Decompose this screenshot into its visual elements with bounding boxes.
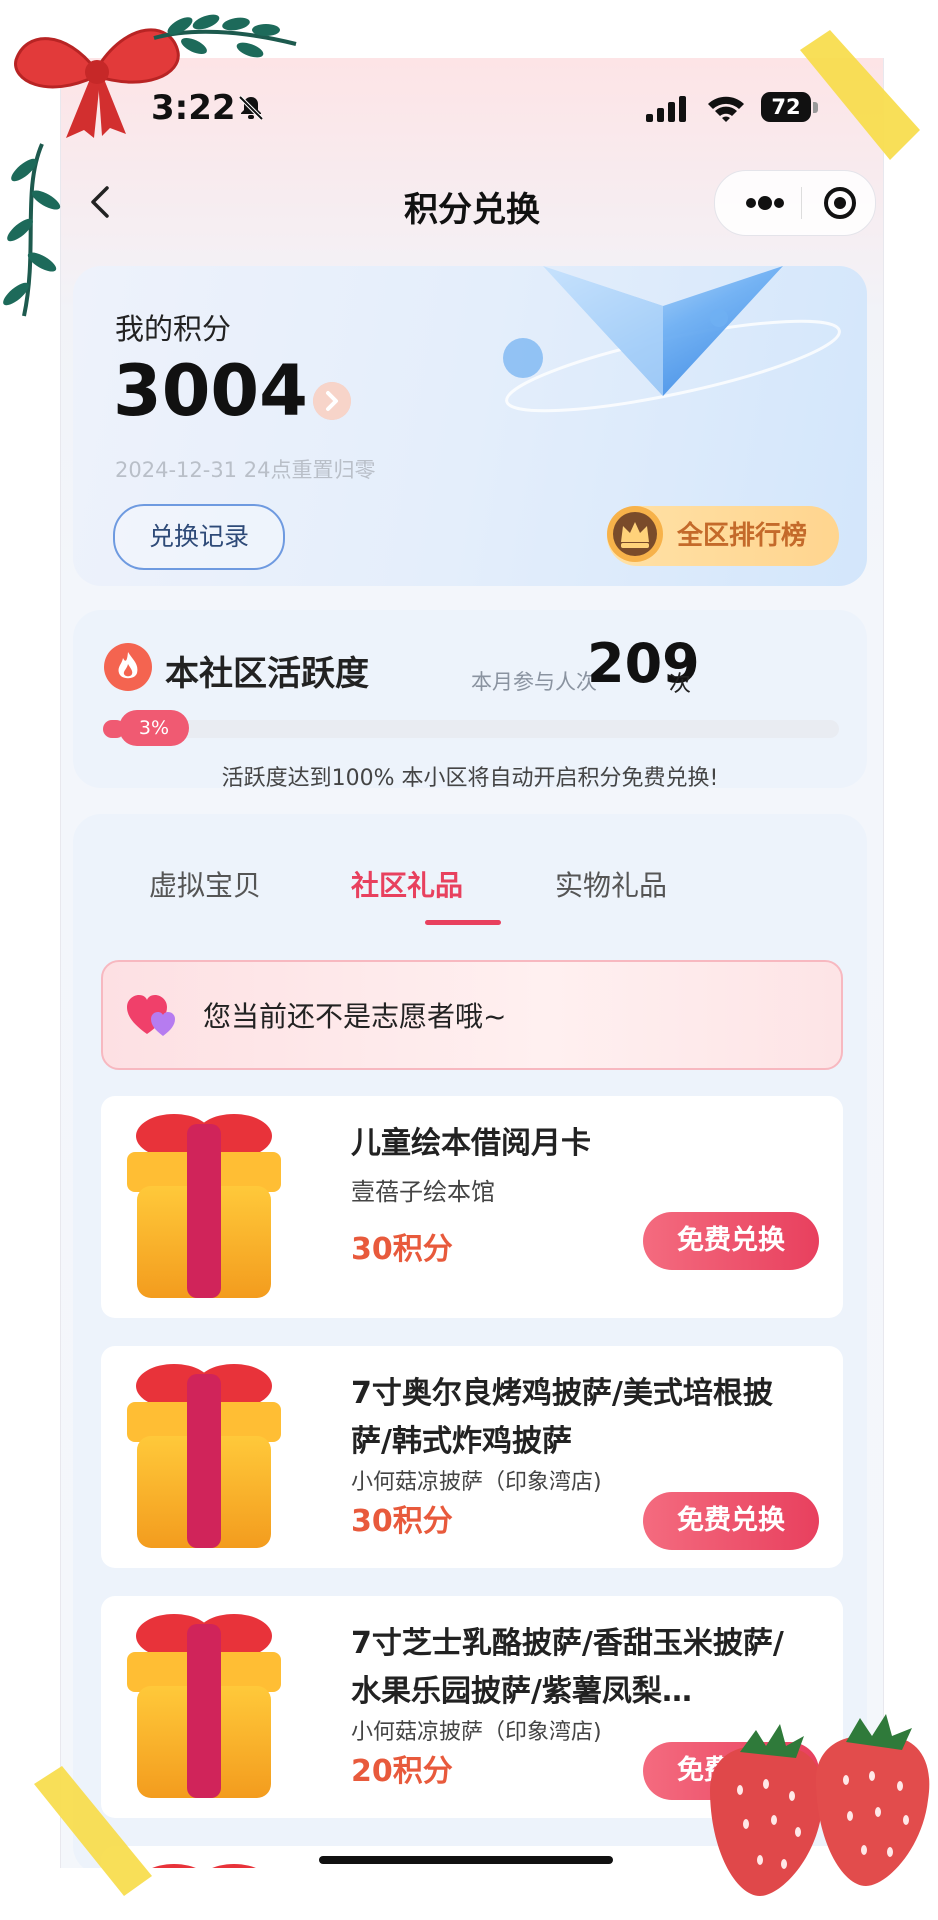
tab-physical-gifts[interactable]: 实物礼品 — [555, 864, 667, 904]
points-label: 我的积分 — [115, 312, 232, 346]
leaderboard-label: 全区排行榜 — [677, 521, 808, 551]
fire-icon — [104, 643, 152, 691]
gift-name: 7寸奥尔良烤鸡披萨/美式培根披萨/韩式炸鸡披萨 — [351, 1376, 773, 1459]
miniprogram-capsule — [714, 170, 876, 236]
leaf-branch-sticker — [153, 14, 297, 58]
strawberry-sticker — [710, 1714, 930, 1896]
yellow-tape-sticker — [800, 30, 920, 160]
leaderboard-button[interactable]: 全区排行榜 — [607, 506, 839, 566]
participants-label: 本月参与人次 — [471, 670, 597, 694]
home-indicator — [319, 1856, 613, 1864]
activity-title: 本社区活跃度 — [165, 654, 369, 694]
yellow-tape-sticker — [34, 1766, 152, 1896]
gift-name: 儿童绘本借阅月卡 — [351, 1126, 591, 1161]
gift-shop: 小何菇凉披萨（印象湾店) — [351, 1720, 602, 1745]
wifi-icon — [708, 96, 744, 122]
tab-virtual-gifts[interactable]: 虚拟宝贝 — [149, 864, 261, 904]
gift-box-icon — [127, 1364, 281, 1548]
points-value: 3004 — [113, 350, 308, 432]
redeem-button[interactable]: 免费兑换 — [643, 1212, 819, 1270]
activity-card: 本社区活跃度 本月参与人次 209 次 3% 活跃度达到100% 本小区将自动开… — [73, 610, 867, 791]
active-tab-underline — [425, 920, 501, 925]
crown-icon — [607, 506, 663, 562]
gift-shop: 小何菇凉披萨（印象湾店) — [351, 1470, 602, 1495]
gift-points: 30积分 — [351, 1504, 453, 1539]
tab-community-gifts[interactable]: 社区礼品 — [351, 864, 463, 904]
gift-card[interactable]: 儿童绘本借阅月卡 壹蓓子绘本馆 30积分 免费兑换 — [101, 1096, 843, 1318]
points-card: 我的积分 3004 2024-12-31 24点重置归零 兑换记录 全区排行榜 — [73, 266, 867, 586]
gift-box-icon — [127, 1114, 281, 1298]
phone-screen: 3:22 72 积分兑换 我的积分 3004 2024-12-31 24点重置归… — [60, 58, 884, 1868]
gift-points: 20积分 — [351, 1754, 453, 1789]
nav-bar: 积分兑换 — [61, 158, 883, 248]
chevron-right-icon[interactable] — [313, 382, 351, 420]
volunteer-notice-text: 您当前还不是志愿者哦~ — [203, 1000, 507, 1033]
participants-unit: 次 — [669, 672, 692, 697]
activity-progress-badge: 3% — [119, 710, 189, 746]
close-miniprogram-icon[interactable] — [815, 171, 865, 235]
gift-card[interactable]: 7寸奥尔良烤鸡披萨/美式培根披萨/韩式炸鸡披萨 小何菇凉披萨（印象湾店) 30积… — [101, 1346, 843, 1568]
hearts-icon — [127, 995, 175, 1036]
signal-icon — [646, 96, 686, 122]
decorative-v-logo — [503, 266, 841, 413]
redeem-button[interactable]: 免费兑换 — [643, 1492, 819, 1550]
silent-bell-icon — [238, 95, 264, 121]
activity-note: 活跃度达到100% 本小区将自动开启积分免费兑换! — [221, 766, 719, 791]
gift-shop: 壹蓓子绘本馆 — [351, 1178, 495, 1206]
more-icon[interactable] — [735, 171, 795, 235]
vine-sticker — [3, 143, 61, 317]
activity-progress-track — [103, 720, 839, 738]
gift-points: 30积分 — [351, 1232, 453, 1267]
volunteer-notice: 您当前还不是志愿者哦~ — [101, 960, 843, 1070]
exchange-history-button[interactable]: 兑换记录 — [113, 504, 285, 570]
points-expire-note: 2024-12-31 24点重置归零 — [115, 458, 376, 482]
